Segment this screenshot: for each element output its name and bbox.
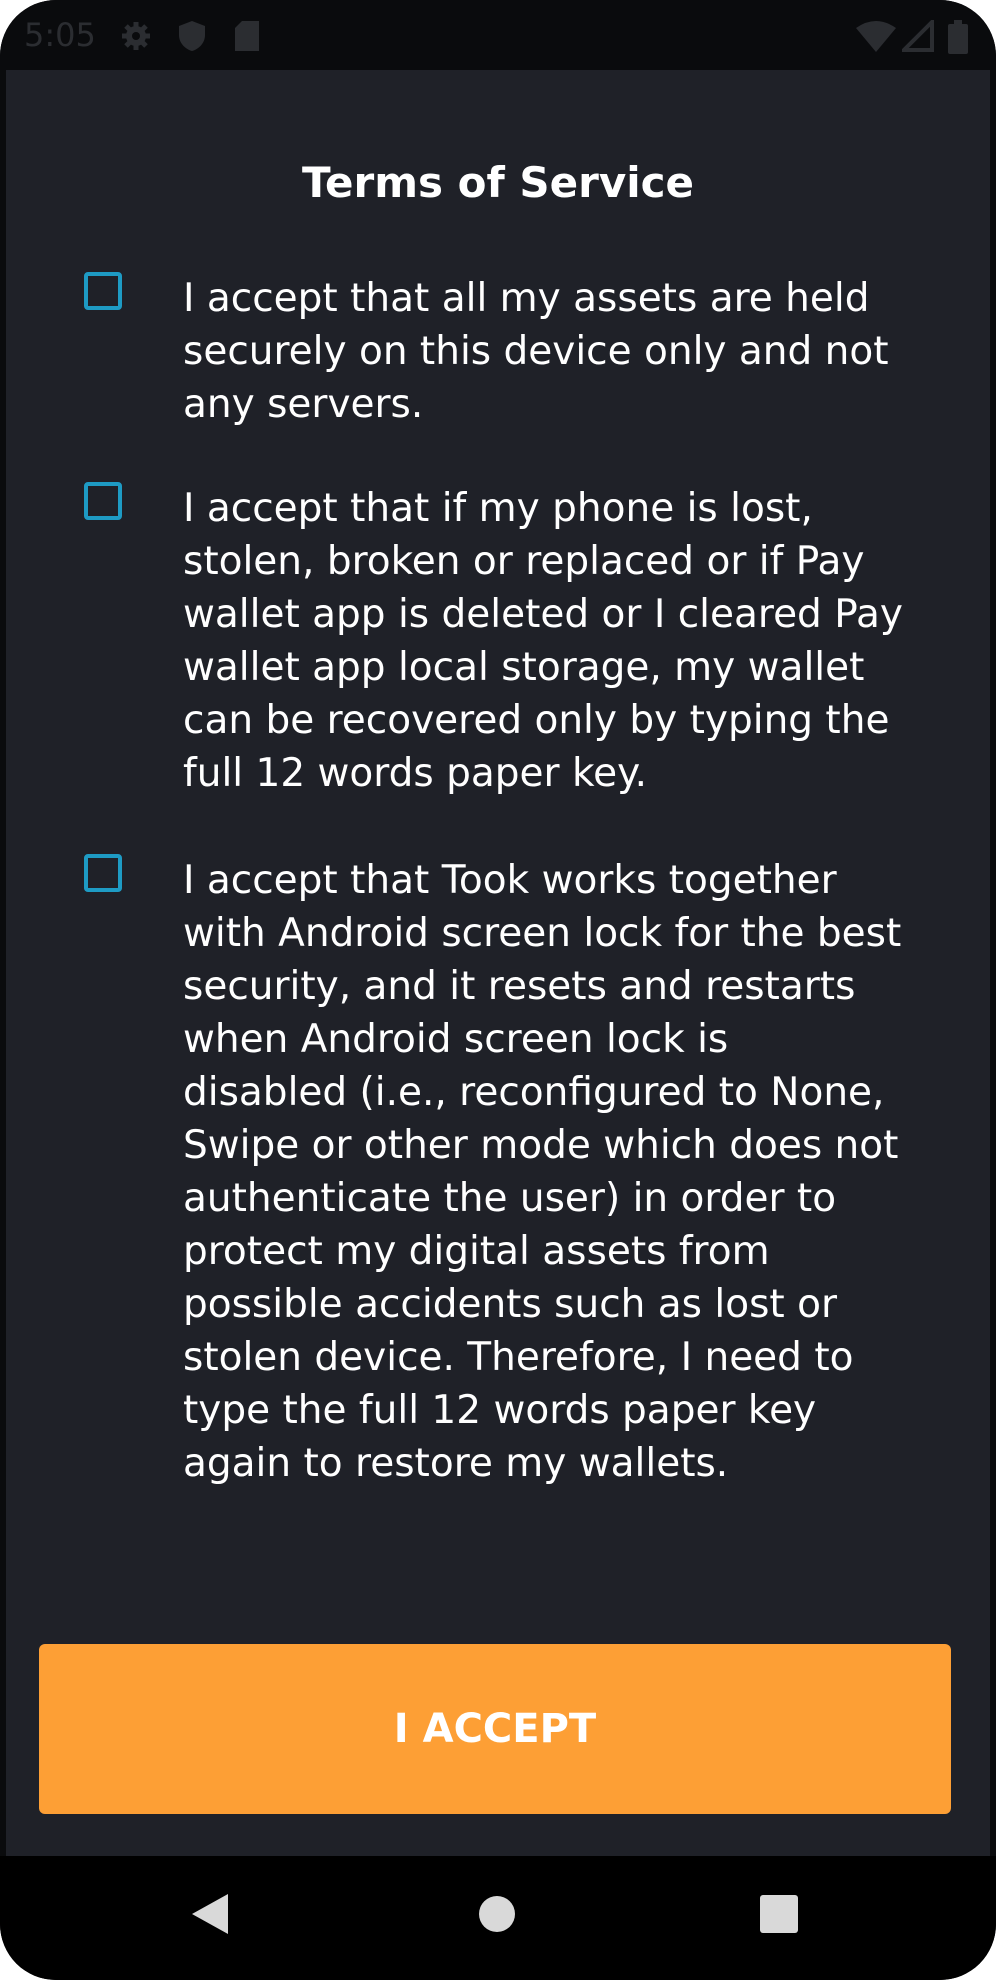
- term-line: disabled (i.e., reconfigured to None,: [183, 1070, 885, 1115]
- term-line: stolen device. Therefore, I need to: [183, 1335, 854, 1380]
- term-line: wallet app is deleted or I cleared Pay: [183, 592, 903, 637]
- term-line: security, and it resets and restarts: [183, 964, 856, 1009]
- home-icon[interactable]: [477, 1892, 517, 1941]
- term-line: I accept that if my phone is lost,: [183, 486, 813, 531]
- term-line: securely on this device only and not: [183, 329, 889, 374]
- shield-icon: [178, 20, 206, 57]
- term-line: any servers.: [183, 382, 424, 427]
- term-line: wallet app local storage, my wallet: [183, 645, 865, 690]
- gear-icon: [120, 20, 152, 57]
- sd-card-icon: [234, 20, 260, 57]
- term-line: stolen, broken or replaced or if Pay: [183, 539, 865, 584]
- back-icon[interactable]: [190, 1892, 230, 1941]
- term-line: Swipe or other mode which does not: [183, 1123, 899, 1168]
- accept-button[interactable]: I ACCEPT: [39, 1644, 951, 1814]
- wifi-icon: [856, 20, 896, 57]
- status-time: 5:05: [24, 16, 96, 54]
- term-checkbox-screen-lock[interactable]: [84, 854, 122, 892]
- term-text-recovery: I accept that if my phone is lost, stole…: [183, 482, 943, 800]
- term-text-assets: I accept that all my assets are held sec…: [183, 272, 943, 431]
- status-bar: 5:05: [0, 0, 996, 70]
- term-line: full 12 words paper key.: [183, 751, 648, 796]
- term-line: authenticate the user) in order to: [183, 1176, 837, 1221]
- term-line: possible accidents such as lost or: [183, 1282, 837, 1327]
- device-frame: 5:05 Terms of Service I accept that all …: [0, 0, 996, 1980]
- battery-icon: [948, 20, 968, 59]
- term-line: protect my digital assets from: [183, 1229, 770, 1274]
- term-checkbox-recovery[interactable]: [84, 482, 122, 520]
- term-line: I accept that all my assets are held: [183, 276, 870, 321]
- term-line: with Android screen lock for the best: [183, 911, 902, 956]
- signal-icon: [899, 17, 934, 57]
- terms-screen: Terms of Service I accept that all my as…: [6, 70, 990, 1856]
- term-line: when Android screen lock is: [183, 1017, 729, 1062]
- term-checkbox-assets[interactable]: [84, 272, 122, 310]
- recents-icon[interactable]: [759, 1892, 799, 1941]
- term-line: I accept that Took works together: [183, 858, 837, 903]
- term-line: type the full 12 words paper key: [183, 1388, 817, 1433]
- navigation-bar: [0, 1856, 996, 1980]
- page-title: Terms of Service: [301, 158, 694, 207]
- term-line: can be recovered only by typing the: [183, 698, 890, 743]
- term-line: again to restore my wallets.: [183, 1441, 729, 1486]
- term-text-screen-lock: I accept that Took works together with A…: [183, 854, 943, 1490]
